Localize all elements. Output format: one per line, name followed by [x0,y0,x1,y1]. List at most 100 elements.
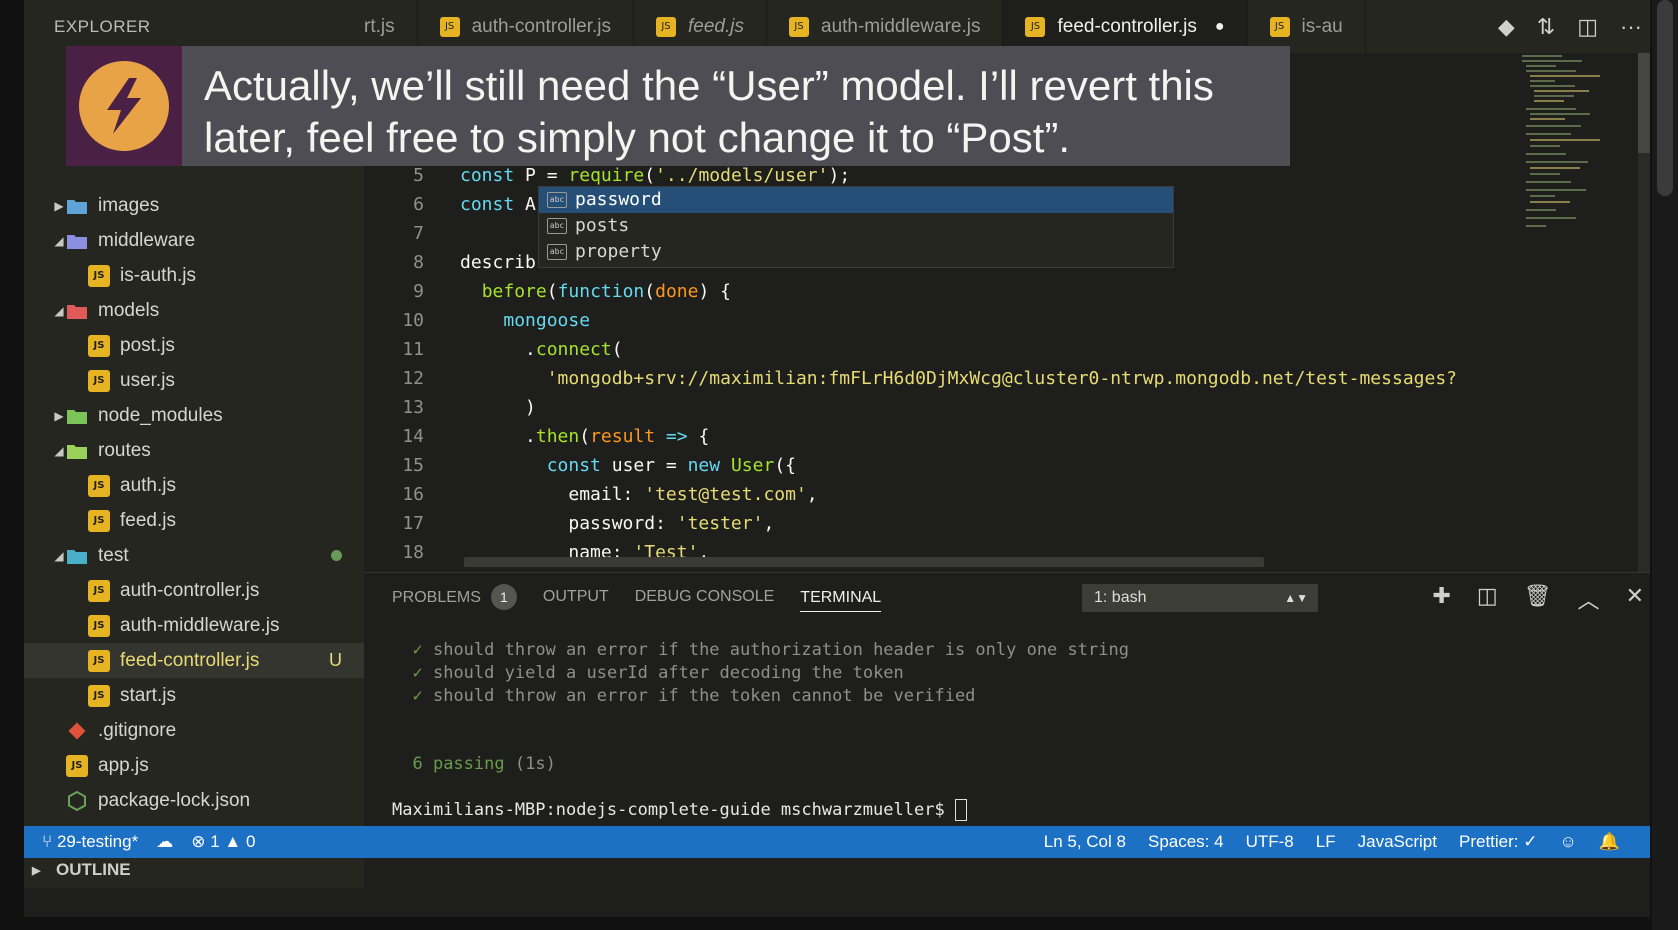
terminal-line: ✓ should throw an error if the token can… [392,685,1129,708]
code-line: 13 ) [364,393,1457,422]
js-file-icon: JS [88,649,110,672]
tree-item[interactable]: package-lock.json [24,783,364,818]
tab-output[interactable]: OUTPUT [543,588,609,606]
branch-name: 29-testing* [56,832,139,851]
tree-item[interactable]: JS auth-controller.js [24,573,364,608]
tree-item[interactable]: JS post.js [24,328,364,363]
tree-item[interactable]: ◢ test [24,538,364,573]
maximize-panel-icon[interactable]: ︿ [1578,583,1600,615]
terminal-select[interactable]: 1: bash ▲▼ [1082,584,1318,612]
bell-icon[interactable]: 🔔 [1599,832,1620,852]
passing-line: 6 passing (1s) [392,753,555,776]
tree-item[interactable]: JS auth-middleware.js [24,608,364,643]
tree-item[interactable]: ◢ models [24,293,364,328]
suggestion-item[interactable]: abc property [539,239,1173,265]
editor-horizontal-scrollbar[interactable] [464,557,1264,567]
folder-icon [66,405,88,427]
tab-terminal[interactable]: TERMINAL [800,589,882,612]
tree-item[interactable]: JS user.js [24,363,364,398]
tab-problems[interactable]: PROBLEMS 1 [392,584,517,610]
trash-icon[interactable]: 🗑 [1524,583,1552,615]
line-number: 15 [402,455,424,476]
line-number: 16 [402,484,424,505]
tree-item-label: models [98,299,160,321]
tree-item[interactable]: ▶ images [24,188,364,223]
text-symbol-icon: abc [547,218,567,234]
check-icon: ✓ [412,640,423,660]
bottom-panel: PROBLEMS 1 OUTPUT DEBUG CONSOLE TERMINAL … [364,572,1650,827]
editor-scroll-thumb[interactable] [1638,53,1650,153]
terminal-output[interactable]: ✓ should throw an error if the authoriza… [392,639,1129,708]
split-terminal-icon[interactable]: ◫ [1477,583,1498,615]
code-token: password: [460,513,677,534]
cursor-position[interactable]: Ln 5, Col 8 [1044,832,1126,852]
suggestion-label: posts [575,215,630,236]
code-token: . [460,339,536,360]
suggestion-item[interactable]: abc posts [539,213,1173,239]
tab-debug-console[interactable]: DEBUG CONSOLE [635,588,775,606]
line-ending[interactable]: LF [1316,832,1336,852]
line-number: 12 [402,368,424,389]
sync-icon[interactable]: ☁ [156,832,173,852]
autocomplete-widget: abc password abc posts abc property [538,186,1174,268]
select-arrows-icon: ▲▼ [1284,591,1308,605]
encoding[interactable]: UTF-8 [1246,832,1294,852]
caption-line-2: later, feel free to simply not change it… [204,114,1071,161]
page-scrollbar[interactable] [1652,0,1678,930]
smiley-feedback-icon[interactable]: ☺ [1559,832,1576,852]
indentation[interactable]: Spaces: 4 [1148,832,1224,852]
more-actions-icon[interactable]: ··· [1620,14,1642,40]
panel-actions: ✚ ◫ 🗑 ︿ ✕ [1432,583,1644,615]
tree-item[interactable]: JS feed-controller.js U [24,643,364,678]
branch-indicator[interactable]: ⑂ 29-testing* [42,832,138,852]
line-number: 13 [402,397,424,418]
code-token: require [568,165,645,186]
js-file-icon: JS [1269,16,1290,37]
code-token: '../models/user' [655,165,829,186]
caption-line-1: Actually, we’ll still need the “User” mo… [204,62,1214,109]
new-terminal-icon[interactable]: ✚ [1432,583,1450,615]
page-scroll-thumb[interactable] [1657,0,1673,196]
code-line: 10 mongoose [364,306,1457,335]
tree-item[interactable]: .gitignore [24,713,364,748]
code-token: done [655,281,699,302]
problems-indicator[interactable]: ⊗ 1 ▲ 0 [191,832,255,852]
code-line: 16 email: 'test@test.com', [364,480,1457,509]
tree-item[interactable]: ◢ routes [24,433,364,468]
editor-scrollbar[interactable] [1638,53,1650,613]
code-token: before [481,281,547,302]
terminal-line: ✓ should yield a userId after decoding t… [392,662,1129,685]
caption-overlay: Actually, we’ll still need the “User” mo… [66,46,1290,166]
tree-item[interactable]: JS auth.js [24,468,364,503]
tree-item[interactable]: JS feed.js [24,503,364,538]
tree-item[interactable]: JS app.js [24,748,364,783]
js-file-icon: JS [439,16,460,37]
code-token: ); [828,165,851,186]
status-bar: ⑂ 29-testing* ☁ ⊗ 1 ▲ 0 Ln 5, Col 8 Spac… [24,826,1650,858]
line-number: 11 [402,339,424,360]
tree-item[interactable]: JS start.js [24,678,364,713]
tree-item[interactable]: ◢ middleware [24,223,364,258]
tree-item[interactable]: JS is-auth.js [24,258,364,293]
terminal-prompt[interactable]: Maximilians-MBP:nodejs-complete-guide ms… [392,799,967,821]
folder-icon [66,230,88,252]
language-mode[interactable]: JavaScript [1358,832,1437,852]
code-token: const [546,455,612,476]
tree-item[interactable]: ▶ node_modules [24,398,364,433]
split-editor-icon[interactable]: ◫ [1577,14,1598,40]
code-token: email: [460,484,645,505]
line-number: 9 [413,281,424,302]
tree-item-label: feed.js [120,509,176,531]
suggestion-item[interactable]: abc password [539,187,1173,213]
unsaved-dot-icon[interactable]: ● [1215,18,1225,36]
prettier-status[interactable]: Prettier: ✓ [1459,832,1537,852]
terminal-line-text: should yield a userId after decoding the… [422,663,904,683]
tree-item-label: auth-middleware.js [120,614,280,636]
folder-icon [66,545,88,567]
editor-tab-label: feed-controller.js [1057,15,1197,37]
git-diff-icon[interactable]: ◆ [1498,14,1515,40]
minimap[interactable] [1520,53,1630,253]
compare-changes-icon[interactable]: ⇅ [1537,14,1555,40]
close-panel-icon[interactable]: ✕ [1626,583,1644,615]
